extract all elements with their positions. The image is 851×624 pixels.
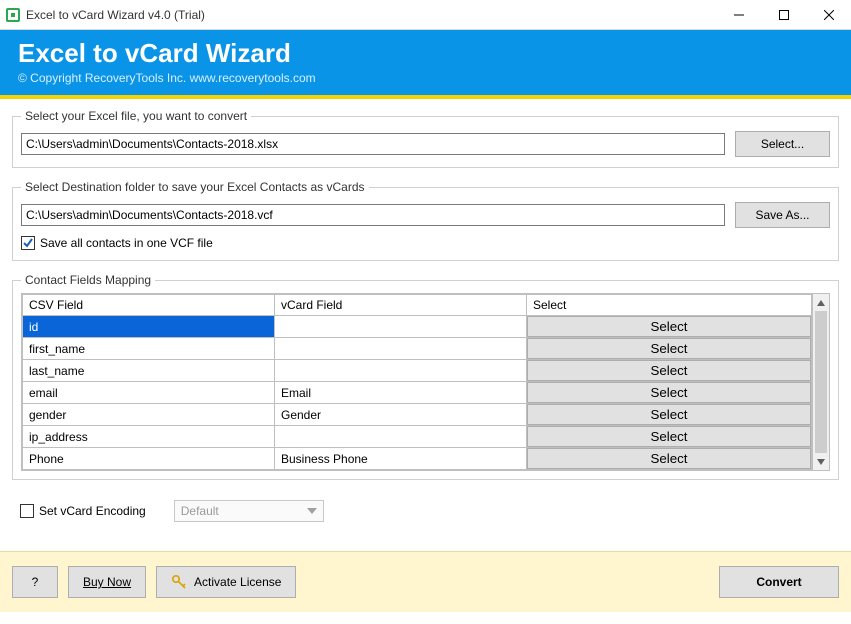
select-mapping-button[interactable]: Select [527, 404, 811, 425]
select-mapping-button[interactable]: Select [527, 316, 811, 337]
scroll-thumb[interactable] [815, 311, 827, 453]
encoding-checkbox[interactable] [20, 504, 34, 518]
table-row[interactable]: id Select [23, 316, 812, 338]
maximize-button[interactable] [761, 0, 806, 30]
table-row[interactable]: ip_address Select [23, 426, 812, 448]
select-mapping-button[interactable]: Select [527, 360, 811, 381]
table-row[interactable]: gender Gender Select [23, 404, 812, 426]
table-row[interactable]: first_name Select [23, 338, 812, 360]
source-path-input[interactable] [21, 133, 725, 155]
table-scrollbar[interactable] [812, 294, 829, 470]
help-button[interactable]: ? [12, 566, 58, 598]
banner: Excel to vCard Wizard © Copyright Recove… [0, 30, 851, 95]
source-group: Select your Excel file, you want to conv… [12, 109, 839, 168]
footer: ? Buy Now Activate License Convert [0, 551, 851, 612]
cell-vcard: Email [275, 382, 527, 404]
select-mapping-button[interactable]: Select [527, 382, 811, 403]
encoding-combo[interactable]: Default [174, 500, 324, 522]
cell-vcard [275, 316, 527, 338]
cell-vcard: Business Phone [275, 448, 527, 470]
titlebar: Excel to vCard Wizard v4.0 (Trial) [0, 0, 851, 30]
minimize-button[interactable] [716, 0, 761, 30]
close-button[interactable] [806, 0, 851, 30]
table-row[interactable]: Phone Business Phone Select [23, 448, 812, 470]
source-legend: Select your Excel file, you want to conv… [21, 109, 251, 123]
cell-vcard [275, 338, 527, 360]
app-icon [6, 8, 20, 22]
destination-group: Select Destination folder to save your E… [12, 180, 839, 261]
destination-legend: Select Destination folder to save your E… [21, 180, 369, 194]
saveas-button[interactable]: Save As... [735, 202, 830, 228]
single-vcf-checkbox[interactable] [21, 236, 35, 250]
encoding-label: Set vCard Encoding [39, 504, 146, 518]
scroll-up-icon[interactable] [813, 294, 829, 311]
activate-license-button[interactable]: Activate License [156, 566, 296, 598]
table-row[interactable]: last_name Select [23, 360, 812, 382]
select-mapping-button[interactable]: Select [527, 338, 811, 359]
col-header-select[interactable]: Select [527, 295, 812, 316]
convert-button[interactable]: Convert [719, 566, 839, 598]
mapping-group: Contact Fields Mapping CSV Field vCard F… [12, 273, 839, 480]
banner-heading: Excel to vCard Wizard [18, 38, 833, 69]
cell-csv: gender [23, 404, 275, 426]
banner-subtitle: © Copyright RecoveryTools Inc. www.recov… [18, 71, 833, 85]
cell-csv: email [23, 382, 275, 404]
table-row[interactable]: email Email Select [23, 382, 812, 404]
cell-csv: last_name [23, 360, 275, 382]
cell-csv: id [23, 316, 275, 338]
col-header-vcard[interactable]: vCard Field [275, 295, 527, 316]
cell-csv: first_name [23, 338, 275, 360]
window-title: Excel to vCard Wizard v4.0 (Trial) [26, 8, 205, 22]
mapping-legend: Contact Fields Mapping [21, 273, 155, 287]
scroll-down-icon[interactable] [813, 453, 829, 470]
mapping-table: CSV Field vCard Field Select id Select f… [22, 294, 812, 470]
key-icon [171, 574, 187, 590]
cell-csv: ip_address [23, 426, 275, 448]
encoding-combo-value: Default [181, 504, 219, 518]
buy-now-button[interactable]: Buy Now [68, 566, 146, 598]
col-header-csv[interactable]: CSV Field [23, 295, 275, 316]
cell-csv: Phone [23, 448, 275, 470]
single-vcf-label: Save all contacts in one VCF file [40, 236, 213, 250]
destination-path-input[interactable] [21, 204, 725, 226]
select-source-button[interactable]: Select... [735, 131, 830, 157]
chevron-down-icon [307, 508, 317, 514]
cell-vcard: Gender [275, 404, 527, 426]
select-mapping-button[interactable]: Select [527, 448, 811, 469]
select-mapping-button[interactable]: Select [527, 426, 811, 447]
cell-vcard [275, 426, 527, 448]
cell-vcard [275, 360, 527, 382]
